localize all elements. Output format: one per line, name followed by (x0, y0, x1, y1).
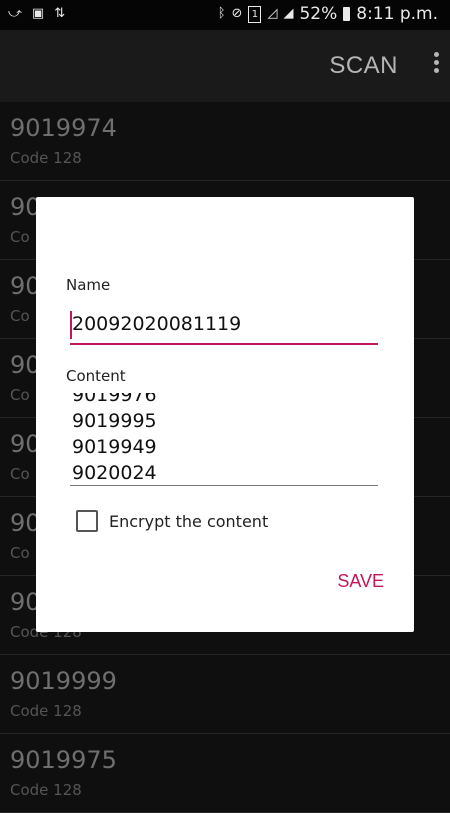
name-field[interactable]: 20092020081119 (70, 309, 378, 345)
item-type: Co (10, 544, 30, 562)
item-type: Co (10, 228, 30, 246)
item-value: 9019975 (10, 746, 117, 774)
encrypt-checkbox[interactable] (76, 510, 98, 532)
content-line: 9019949 (72, 436, 157, 458)
mute-icon: ⊘ (231, 6, 243, 21)
clock: 8:11 p.m. (356, 4, 438, 24)
encrypt-option[interactable]: Encrypt the content (76, 510, 268, 532)
scan-button[interactable]: SCAN (329, 52, 398, 80)
list-item[interactable]: 9019975 Code 128 (0, 734, 450, 813)
item-type: Co (10, 307, 30, 325)
encrypt-label: Encrypt the content (109, 511, 269, 531)
sim-slot-icon: 1 (248, 5, 262, 23)
sync-icon: ⇅ (54, 6, 66, 21)
status-bar: ⤻ ▣ ⇅ ᛒ ⊘ 1 ◿ ◢ 52% 8:11 p.m. (0, 0, 450, 30)
item-type: Code 128 (10, 781, 82, 799)
save-dialog: Name 20092020081119 Content 9019976 9019… (36, 197, 414, 632)
item-type: Code 128 (10, 702, 82, 720)
content-line: 9019995 (72, 410, 157, 432)
content-field[interactable]: 9019976 9019995 9019949 9020024 (70, 393, 378, 486)
item-value: 9019974 (10, 114, 117, 142)
item-type: Co (10, 465, 30, 483)
name-label: Name (66, 276, 111, 294)
battery-percent: 52% (299, 4, 338, 24)
name-value: 20092020081119 (72, 313, 242, 335)
missed-call-icon: ⤻ (8, 6, 22, 21)
app-bar: SCAN (0, 30, 450, 102)
list-item[interactable]: 9019999 Code 128 (0, 655, 450, 734)
status-bar-notifications: ⤻ ▣ ⇅ (8, 5, 65, 23)
no-signal-icon: ◿ (267, 6, 278, 21)
battery-icon (343, 7, 351, 21)
signal-icon: ◢ (283, 6, 294, 21)
item-type: Code 128 (10, 149, 82, 167)
content-line: 9019976 (72, 393, 157, 406)
content-label: Content (66, 367, 126, 385)
item-value: 9019999 (10, 667, 117, 695)
item-type: Co (10, 386, 30, 404)
list-item[interactable]: 9019974 Code 128 (0, 102, 450, 181)
image-icon: ▣ (31, 6, 45, 21)
content-line: 9020024 (72, 462, 157, 484)
save-button[interactable]: SAVE (337, 571, 384, 592)
bluetooth-icon: ᛒ (217, 6, 226, 21)
status-bar-system: ᛒ ⊘ 1 ◿ ◢ 52% 8:11 p.m. (218, 4, 438, 24)
overflow-menu-icon[interactable] (431, 52, 441, 78)
